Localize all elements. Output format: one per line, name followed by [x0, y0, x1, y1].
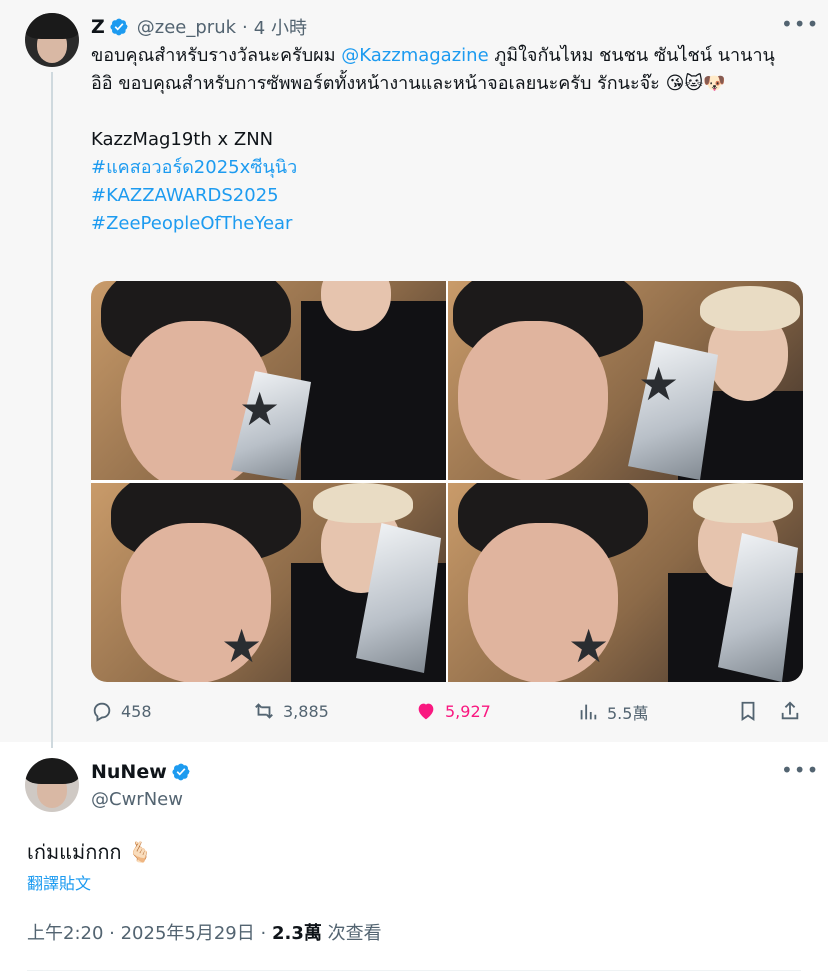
- more-options-icon[interactable]: •••: [781, 760, 818, 786]
- tweet-photo[interactable]: ★: [91, 483, 446, 682]
- translate-post-link[interactable]: 翻譯貼文: [27, 870, 91, 894]
- author-name[interactable]: Z: [91, 16, 105, 38]
- divider: [27, 970, 801, 971]
- mention-link[interactable]: @Kazzmagazine: [341, 45, 488, 66]
- views-button[interactable]: 5.5萬: [577, 700, 648, 724]
- author-handle[interactable]: @zee_pruk: [137, 17, 236, 38]
- share-icon: [781, 701, 799, 720]
- retweet-button[interactable]: 3,885: [253, 700, 329, 722]
- tweet-time[interactable]: 4 小時: [254, 14, 307, 40]
- meta-separator: ·: [260, 923, 267, 944]
- heart-icon: [418, 703, 434, 720]
- views-count: 5.5萬: [607, 704, 649, 723]
- thread-connector-line: [51, 72, 53, 748]
- reply-button[interactable]: 458: [91, 700, 152, 722]
- tweet-photo[interactable]: ★: [91, 281, 446, 480]
- parent-tweet-header: Z @zee_pruk · 4 小時: [91, 14, 307, 40]
- bookmark-icon: [741, 701, 755, 721]
- reply-count: 458: [121, 701, 152, 721]
- header-separator: ·: [242, 16, 248, 38]
- tweet-text: ขอบคุณสำหรับรางวัลนะครับผม @Kazzmagazine…: [91, 42, 781, 238]
- reply-author-handle[interactable]: @CwrNew: [91, 789, 183, 810]
- like-button[interactable]: 5,927: [415, 700, 491, 722]
- media-grid: ★ ★ ★ ★: [91, 281, 803, 682]
- more-options-icon[interactable]: •••: [781, 14, 818, 40]
- bookmark-button[interactable]: [737, 700, 767, 722]
- hashtag-link[interactable]: #แคสอวอร์ด2025xซีนุนิว: [91, 154, 781, 182]
- verified-badge-icon: [172, 763, 190, 781]
- tweet-action-bar: 458 3,885 5,927 5.5萬: [91, 700, 803, 726]
- reply-timestamp[interactable]: 上午2:20 · 2025年5月29日: [27, 923, 255, 944]
- tweet-text-line2: KazzMag19th x ZNN: [91, 129, 274, 150]
- tweet-text-part1: ขอบคุณสำหรับรางวัลนะครับผม: [91, 45, 342, 66]
- reply-views-label: 次查看: [327, 923, 382, 944]
- hashtag-link[interactable]: #KAZZAWARDS2025: [91, 182, 781, 210]
- like-count: 5,927: [445, 701, 491, 721]
- reply-author-name[interactable]: NuNew: [91, 761, 167, 783]
- retweet-icon: [255, 703, 273, 719]
- retweet-count: 3,885: [283, 701, 329, 721]
- reply-views-count: 2.3萬: [271, 923, 322, 944]
- nunew-avatar[interactable]: [25, 758, 79, 812]
- zee-avatar[interactable]: [25, 13, 79, 67]
- analytics-icon: [580, 704, 597, 720]
- tweet-photo[interactable]: ★: [448, 483, 803, 682]
- hashtag-link[interactable]: #ZeePeopleOfTheYear: [91, 210, 781, 238]
- reply-tweet-header: NuNew: [91, 759, 191, 785]
- share-button[interactable]: [779, 700, 809, 722]
- tweet-photo[interactable]: ★: [448, 281, 803, 480]
- reply-icon: [93, 702, 111, 722]
- verified-badge-icon: [110, 18, 128, 36]
- reply-tweet-metadata: 上午2:20 · 2025年5月29日 · 2.3萬 次查看: [27, 919, 382, 945]
- reply-tweet-text: เก่มแม่กกก 🫰🏻: [27, 840, 153, 864]
